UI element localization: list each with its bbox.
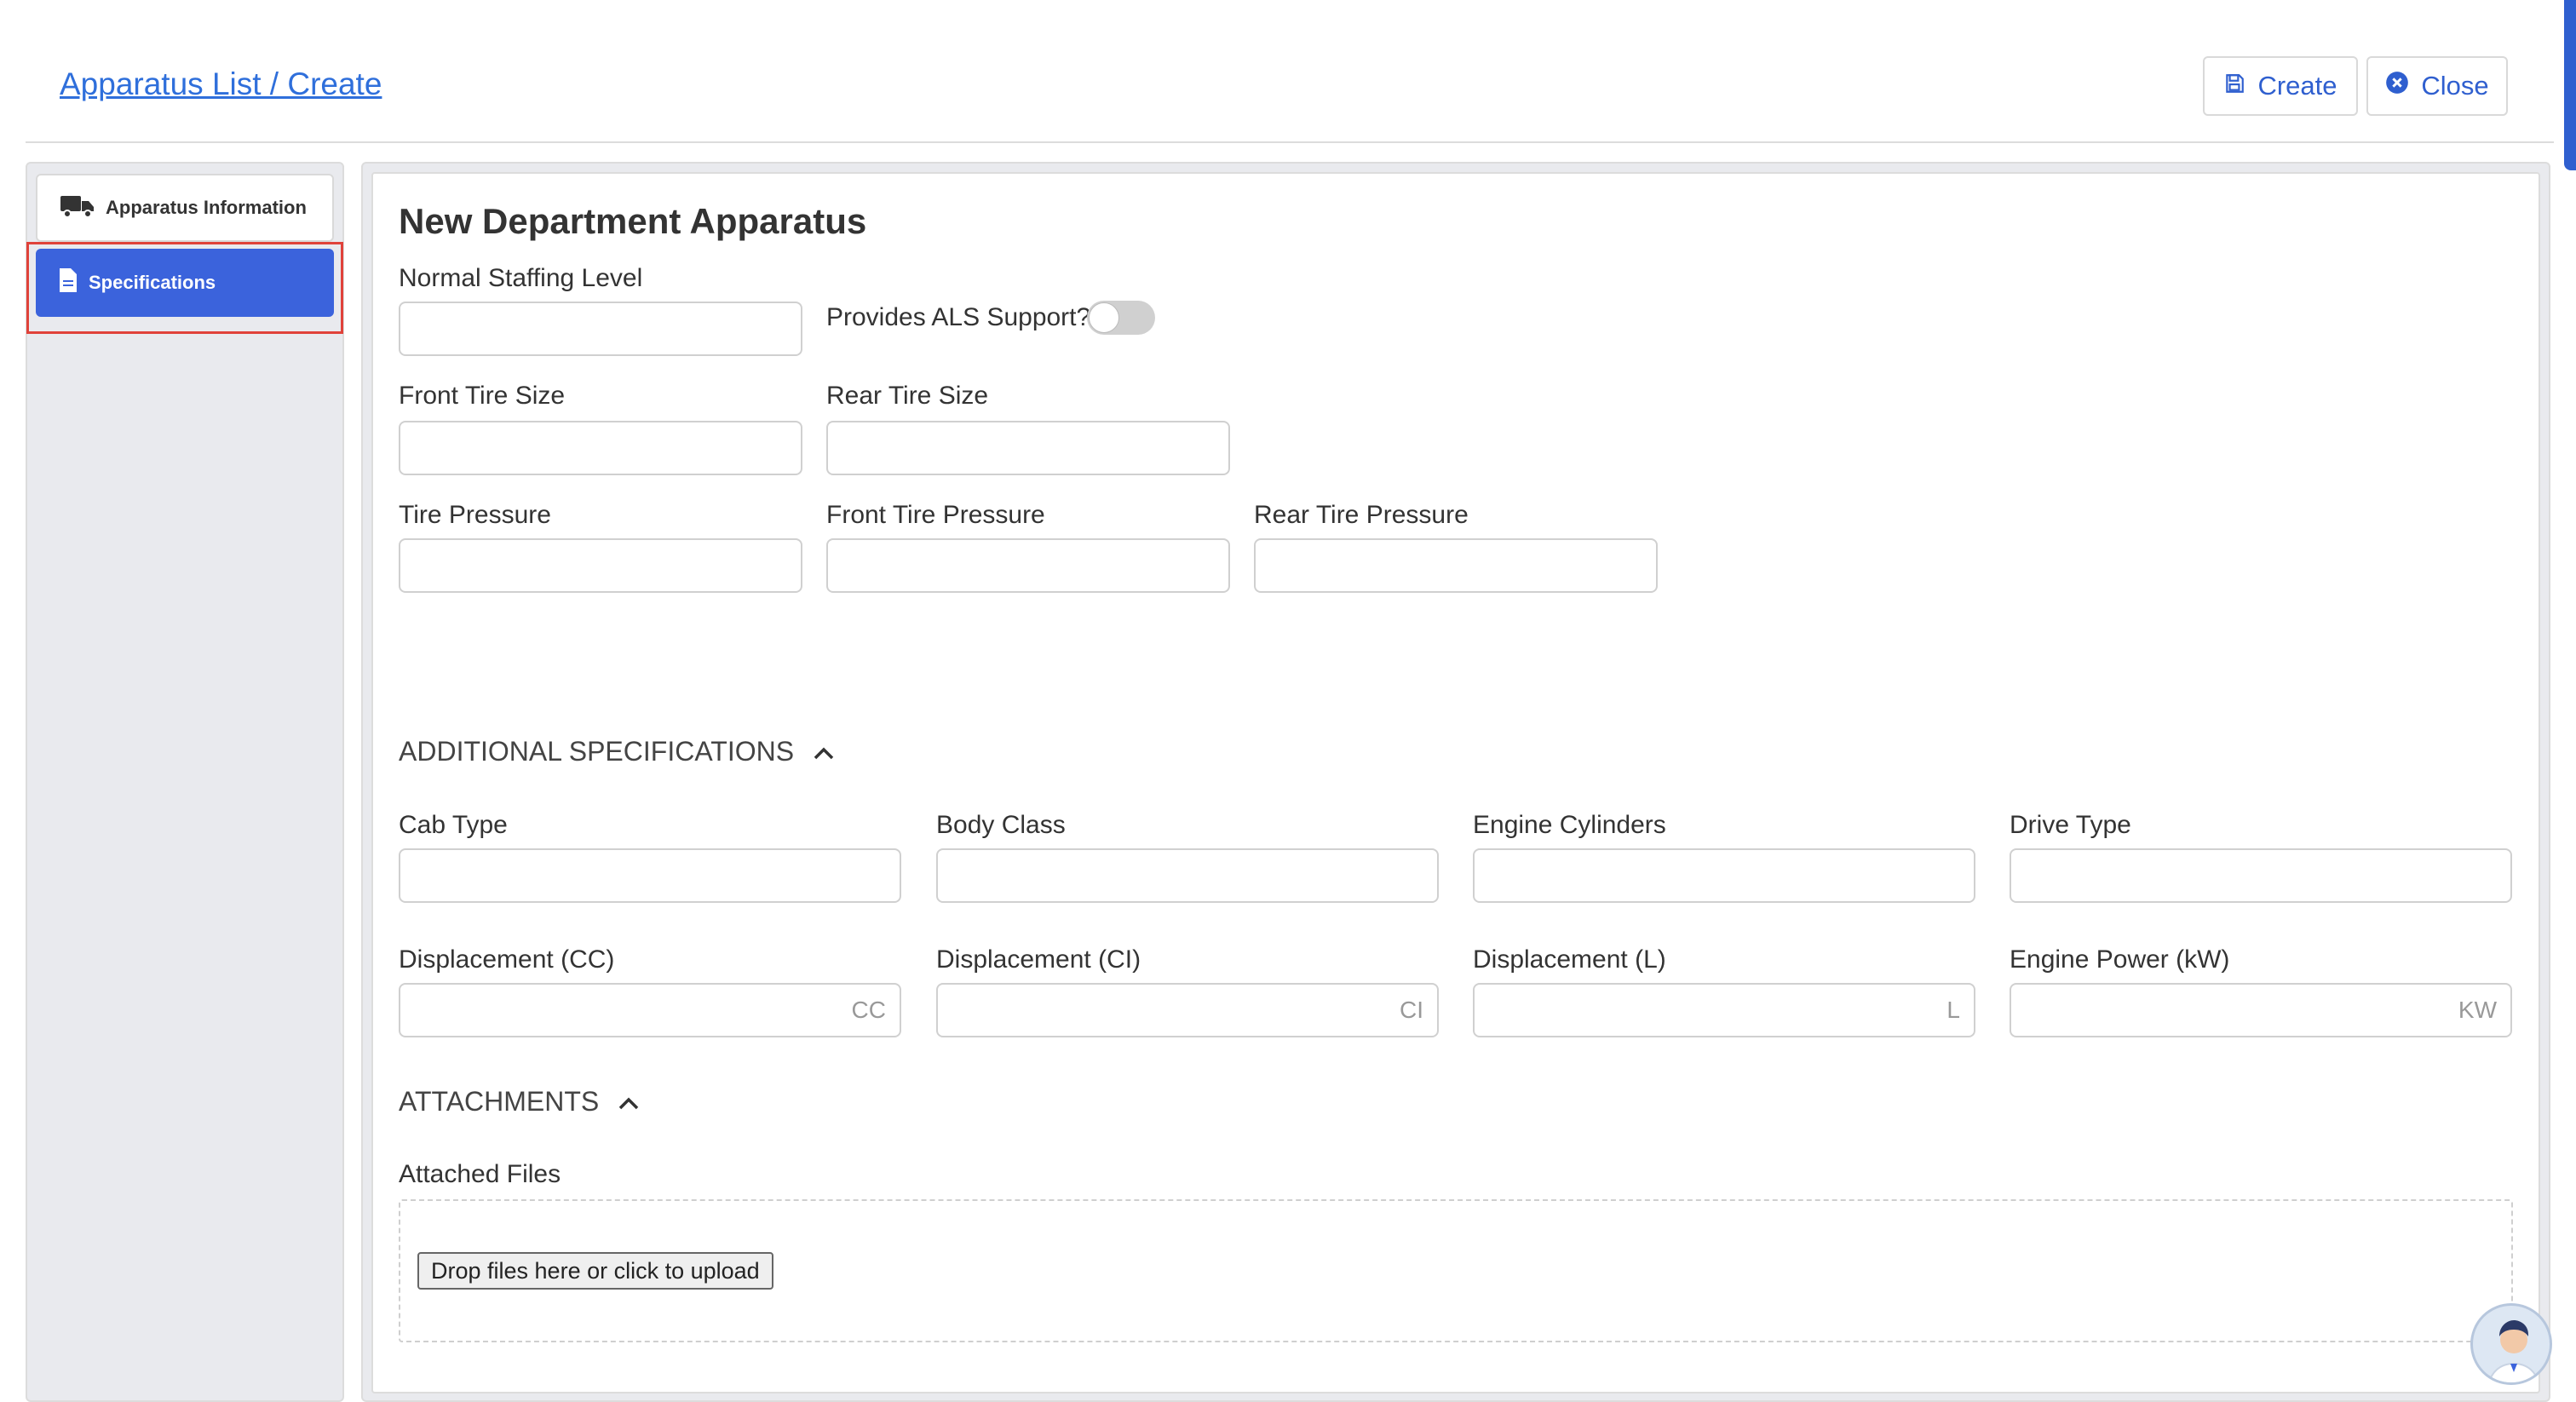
engine-cylinders-label: Engine Cylinders: [1473, 811, 1666, 839]
toggle-knob: [1089, 302, 1119, 333]
additional-specifications-toggle[interactable]: ADDITIONAL SPECIFICATIONS: [399, 736, 835, 767]
engine-power-kw-input[interactable]: [2010, 983, 2512, 1037]
close-circle-icon: [2385, 71, 2409, 101]
front-tire-size-label: Front Tire Size: [399, 382, 566, 410]
cab-type-input[interactable]: [399, 848, 901, 903]
body-class-label: Body Class: [936, 811, 1066, 839]
breadcrumb[interactable]: Apparatus List / Create: [60, 66, 382, 102]
side-panel-edge[interactable]: [2564, 0, 2576, 170]
displacement-ci-input[interactable]: [936, 983, 1439, 1037]
displacement-ci-label: Displacement (CI): [936, 945, 1141, 974]
front-tire-pressure-input[interactable]: [826, 538, 1230, 593]
engine-power-kw-label: Engine Power (kW): [2010, 945, 2230, 974]
cab-type-label: Cab Type: [399, 811, 508, 839]
additional-specifications-title: ADDITIONAL SPECIFICATIONS: [399, 736, 795, 767]
rear-tire-size-input[interactable]: [826, 421, 1230, 475]
page-title: New Department Apparatus: [399, 201, 867, 241]
attachments-title: ATTACHMENTS: [399, 1086, 600, 1117]
sidebar: [26, 162, 344, 1402]
attached-files-label: Attached Files: [399, 1160, 561, 1188]
engine-cylinders-input[interactable]: [1473, 848, 1975, 903]
displacement-cc-input[interactable]: [399, 983, 901, 1037]
drive-type-label: Drive Type: [2010, 811, 2131, 839]
displacement-l-input[interactable]: [1473, 983, 1975, 1037]
upload-button[interactable]: Drop files here or click to upload: [417, 1252, 773, 1290]
drive-type-input[interactable]: [2010, 848, 2512, 903]
truck-icon: [60, 192, 95, 223]
rear-tire-pressure-label: Rear Tire Pressure: [1254, 501, 1469, 529]
assistant-avatar-icon[interactable]: [2470, 1303, 2552, 1385]
front-tire-pressure-label: Front Tire Pressure: [826, 501, 1045, 529]
front-tire-size-input[interactable]: [399, 421, 802, 475]
sidebar-item-apparatus-information[interactable]: Apparatus Information: [36, 174, 334, 242]
create-button[interactable]: Create: [2203, 56, 2358, 116]
sidebar-item-label: Apparatus Information: [106, 197, 307, 218]
close-button[interactable]: Close: [2366, 56, 2508, 116]
attachments-toggle[interactable]: ATTACHMENTS: [399, 1086, 640, 1118]
tire-pressure-input[interactable]: [399, 538, 802, 593]
chevron-up-icon: [618, 1086, 640, 1118]
chevron-up-icon: [813, 736, 835, 767]
tire-pressure-label: Tire Pressure: [399, 501, 551, 529]
normal-staffing-level-label: Normal Staffing Level: [399, 264, 643, 292]
als-support-label: Provides ALS Support?: [826, 303, 1091, 331]
displacement-cc-label: Displacement (CC): [399, 945, 615, 974]
normal-staffing-level-input[interactable]: [399, 302, 802, 356]
create-button-label: Create: [2257, 71, 2337, 101]
selection-highlight: [26, 242, 343, 334]
rear-tire-pressure-input[interactable]: [1254, 538, 1658, 593]
close-button-label: Close: [2421, 71, 2489, 101]
displacement-l-label: Displacement (L): [1473, 945, 1666, 974]
rear-tire-size-label: Rear Tire Size: [826, 382, 989, 410]
save-icon: [2223, 71, 2245, 101]
body-class-input[interactable]: [936, 848, 1439, 903]
header-divider: [26, 141, 2554, 143]
